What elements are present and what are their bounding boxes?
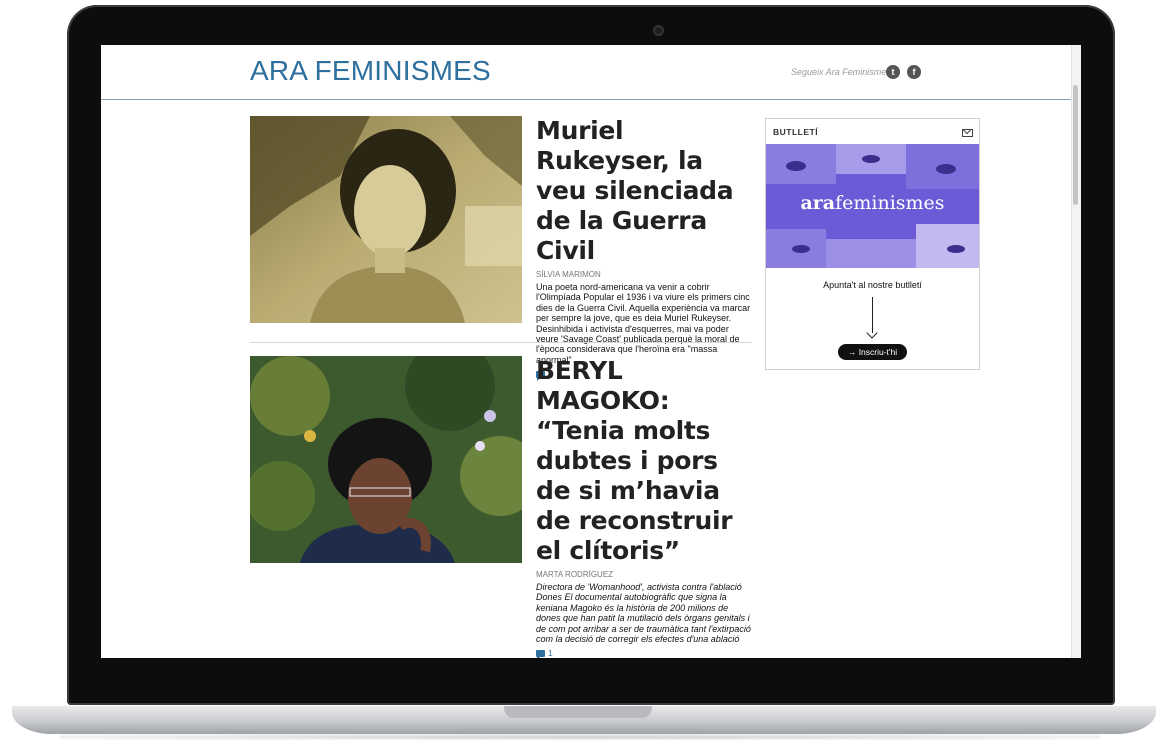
article-card: Muriel Rukeyser, la veu silenciada de la… — [250, 116, 752, 381]
article-photo[interactable] — [250, 116, 522, 323]
signup-text: Apunta't al nostre butlletí — [823, 280, 922, 290]
article-byline: MARTA RODRÍGUEZ — [536, 570, 614, 579]
comment-count-value: 1 — [548, 648, 553, 658]
brand-bold: ara — [800, 192, 836, 214]
newsletter-widget: BUTLLETÍ arafeminismes Apunta't al nostr… — [765, 118, 980, 370]
twitter-icon[interactable]: t — [886, 65, 900, 79]
article-photo[interactable] — [250, 356, 522, 563]
comment-count[interactable]: 1 — [536, 648, 752, 658]
article-summary: Directora de 'Womanhood', activista cont… — [536, 582, 751, 645]
article-byline: SÍLVIA MARIMON — [536, 270, 601, 279]
newsletter-label: BUTLLETÍ — [773, 127, 819, 137]
facebook-icon[interactable]: f — [907, 65, 921, 79]
camera-icon — [653, 25, 664, 36]
laptop-shadow — [60, 734, 1100, 740]
comment-icon — [536, 649, 545, 658]
subscribe-button[interactable]: → Inscriu-t'hi — [838, 344, 907, 360]
newsletter-banner[interactable]: arafeminismes — [766, 144, 979, 268]
arrow-head-icon — [866, 327, 878, 339]
article-headline[interactable]: BERYL MAGOKO: “Tenia molts dubtes i pors… — [536, 356, 752, 566]
newsletter-brand: arafeminismes — [766, 192, 979, 214]
article-divider — [250, 342, 752, 343]
article-text: BERYL MAGOKO: “Tenia molts dubtes i pors… — [536, 356, 752, 658]
mail-icon — [962, 129, 973, 137]
follow-text: Segueix Ara Feminismes — [791, 67, 891, 77]
site-header: ARA FEMINISMES Segueix Ara Feminismes t … — [101, 45, 1071, 100]
article-headline[interactable]: Muriel Rukeyser, la veu silenciada de la… — [536, 116, 752, 266]
browser-viewport: ARA FEMINISMES Segueix Ara Feminismes t … — [101, 45, 1081, 658]
scrollbar-thumb[interactable] — [1073, 85, 1078, 205]
article-summary: Una poeta nord-americana va venir a cobr… — [536, 282, 751, 365]
brand-regular: feminismes — [835, 192, 945, 214]
laptop-notch — [504, 706, 652, 718]
article-card: BERYL MAGOKO: “Tenia molts dubtes i pors… — [250, 356, 752, 658]
article-text: Muriel Rukeyser, la veu silenciada de la… — [536, 116, 752, 381]
site-title[interactable]: ARA FEMINISMES — [250, 55, 491, 87]
